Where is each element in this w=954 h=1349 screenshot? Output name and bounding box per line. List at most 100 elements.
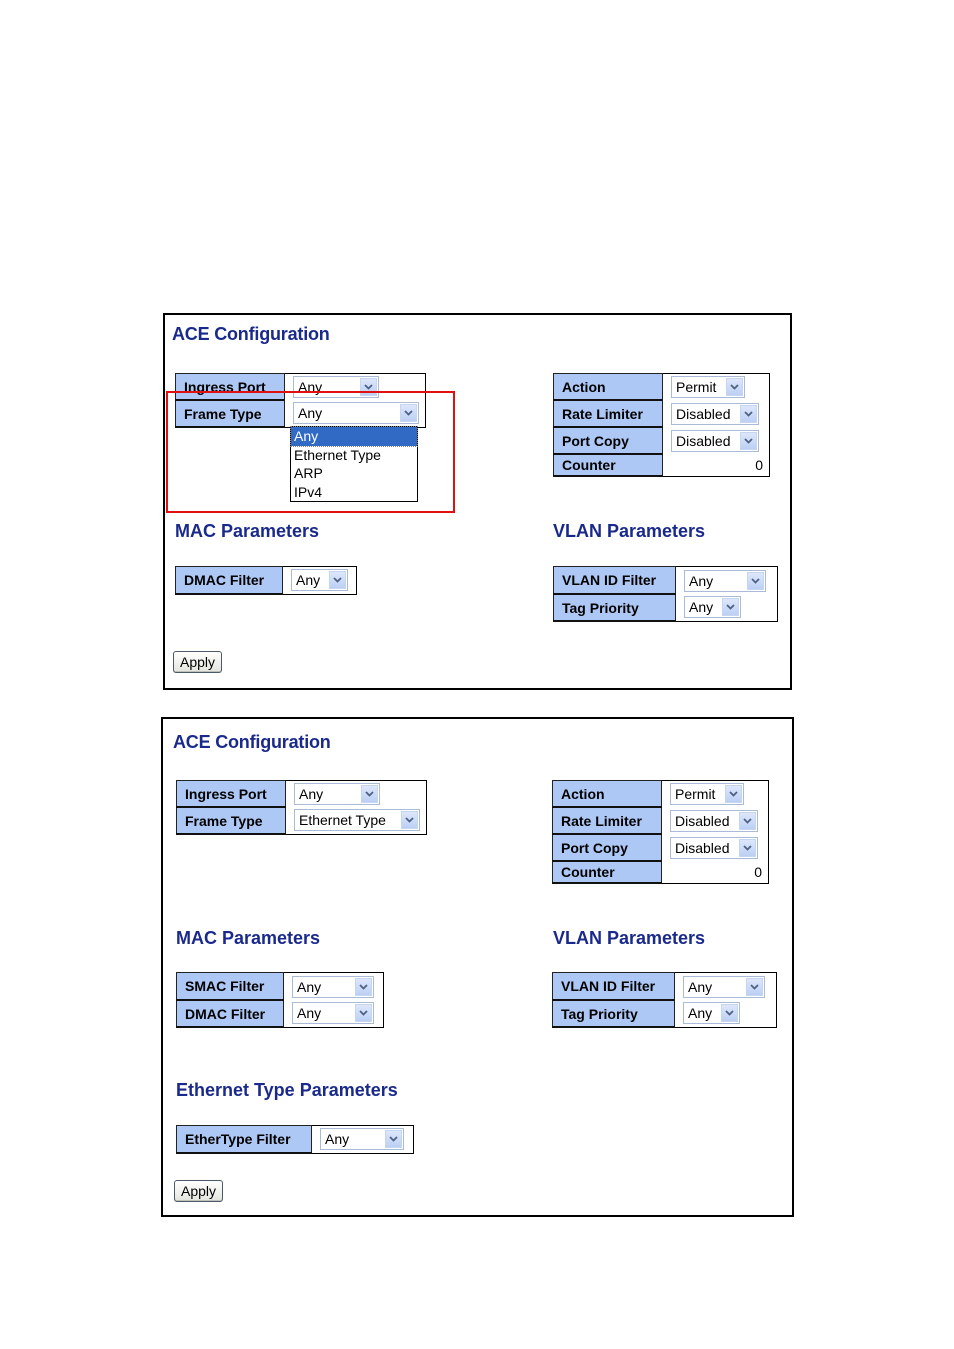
- apply-button[interactable]: Apply: [173, 651, 223, 673]
- frame-type-dropdown-list: Any Ethernet Type ARP IPv4: [290, 426, 418, 502]
- page-title: ACE Configuration: [172, 324, 330, 344]
- tag-priority-value: Any: [689, 599, 714, 616]
- ethertype-filter-row: EtherType Filter Any: [176, 1125, 414, 1154]
- vlan-id-filter-select[interactable]: Any: [684, 569, 766, 592]
- ingress-port-value: Any: [298, 379, 323, 395]
- rate-limiter-row: Rate Limiter Disabled: [552, 806, 769, 835]
- frame-type-select[interactable]: Ethernet Type: [294, 809, 420, 832]
- dropdown-option-any[interactable]: Any: [290, 426, 418, 447]
- dmac-filter-select[interactable]: Any: [292, 1002, 374, 1025]
- ethertype-parameters-table: EtherType Filter Any: [176, 1125, 414, 1154]
- chevron-down-icon[interactable]: [740, 404, 757, 423]
- port-copy-label: Port Copy: [553, 426, 663, 455]
- rate-limiter-select[interactable]: Disabled: [671, 402, 759, 425]
- ingress-port-row: Ingress Port Any: [176, 780, 427, 808]
- frame-type-select[interactable]: Any: [293, 402, 419, 425]
- ingress-port-label: Ingress Port: [175, 373, 285, 401]
- mac-parameters-table: DMAC Filter Any: [175, 566, 357, 595]
- port-copy-value: Disabled: [676, 432, 731, 449]
- ethertype-filter-select[interactable]: Any: [320, 1128, 404, 1151]
- apply-button[interactable]: Apply: [174, 1180, 224, 1202]
- chevron-down-icon[interactable]: [355, 977, 372, 996]
- dropdown-option-arp[interactable]: ARP: [291, 464, 417, 483]
- action-label: Action: [553, 373, 663, 401]
- chevron-down-icon[interactable]: [355, 1004, 372, 1023]
- chevron-down-icon[interactable]: [739, 838, 756, 857]
- tag-priority-row: Tag Priority Any: [553, 593, 778, 622]
- dropdown-option-ethernet-type[interactable]: Ethernet Type: [291, 446, 417, 465]
- dmac-filter-row: DMAC Filter Any: [176, 999, 384, 1028]
- tag-priority-value: Any: [688, 1005, 713, 1022]
- chevron-down-icon[interactable]: [746, 977, 763, 996]
- chevron-down-icon[interactable]: [726, 378, 743, 396]
- ingress-port-select[interactable]: Any: [294, 783, 380, 805]
- rate-limiter-value: Disabled: [676, 405, 731, 422]
- frame-type-row: Frame Type Any: [175, 399, 426, 428]
- chevron-down-icon[interactable]: [329, 571, 346, 590]
- frame-settings-table: Ingress Port Any Frame Type Any: [175, 373, 426, 428]
- action-select[interactable]: Permit: [671, 376, 745, 398]
- frame-settings-table: Ingress Port Any Frame Type Ethernet Typ…: [176, 780, 427, 835]
- mac-parameters-heading: MAC Parameters: [176, 928, 321, 948]
- dmac-filter-label: DMAC Filter: [176, 999, 284, 1028]
- dmac-filter-label: DMAC Filter: [175, 566, 283, 595]
- chevron-down-icon[interactable]: [739, 811, 756, 830]
- action-settings-table: Action Permit Rate Limiter Disabled Port…: [553, 373, 770, 477]
- chevron-down-icon[interactable]: [747, 571, 764, 590]
- chevron-down-icon[interactable]: [361, 785, 378, 803]
- dmac-filter-row: DMAC Filter Any: [175, 566, 357, 595]
- action-select[interactable]: Permit: [670, 783, 744, 805]
- chevron-down-icon[interactable]: [385, 1130, 402, 1149]
- dmac-filter-value: Any: [297, 1005, 322, 1022]
- chevron-down-icon[interactable]: [721, 1004, 738, 1023]
- chevron-down-icon[interactable]: [722, 598, 739, 617]
- smac-filter-value: Any: [297, 978, 322, 995]
- mac-parameters-table: SMAC Filter Any DMAC Filter Any: [176, 972, 384, 1028]
- vlan-parameters-heading: VLAN Parameters: [553, 521, 706, 541]
- rate-limiter-value: Disabled: [675, 812, 730, 829]
- action-value: Permit: [676, 379, 717, 395]
- vlan-parameters-heading: VLAN Parameters: [553, 928, 706, 948]
- chevron-down-icon[interactable]: [740, 431, 757, 450]
- rate-limiter-label: Rate Limiter: [553, 399, 663, 428]
- port-copy-row: Port Copy Disabled: [552, 833, 769, 862]
- frame-type-value: Any: [298, 405, 323, 422]
- rate-limiter-select[interactable]: Disabled: [670, 809, 758, 832]
- port-copy-select[interactable]: Disabled: [670, 836, 758, 859]
- dropdown-option-ipv4[interactable]: IPv4: [291, 483, 417, 502]
- tag-priority-select[interactable]: Any: [683, 1002, 740, 1025]
- dmac-filter-value: Any: [296, 572, 321, 589]
- frame-type-label: Frame Type: [175, 399, 285, 428]
- vlan-id-filter-label: VLAN ID Filter: [552, 972, 675, 1001]
- action-row: Action Permit: [552, 780, 769, 808]
- tag-priority-select[interactable]: Any: [684, 596, 741, 619]
- chevron-down-icon[interactable]: [360, 378, 377, 396]
- counter-value: 0: [755, 456, 763, 473]
- frame-type-value: Ethernet Type: [299, 812, 386, 829]
- vlan-id-filter-value: Any: [688, 978, 713, 995]
- ingress-port-select[interactable]: Any: [293, 376, 379, 398]
- tag-priority-label: Tag Priority: [552, 999, 675, 1028]
- ingress-port-value: Any: [299, 786, 324, 802]
- ethertype-filter-label: EtherType Filter: [176, 1125, 312, 1154]
- counter-label: Counter: [553, 453, 663, 477]
- vlan-id-filter-row: VLAN ID Filter Any: [552, 972, 777, 1001]
- chevron-down-icon[interactable]: [401, 811, 418, 830]
- dmac-filter-select[interactable]: Any: [291, 569, 348, 592]
- smac-filter-select[interactable]: Any: [292, 975, 374, 998]
- ethertype-filter-value: Any: [325, 1131, 350, 1148]
- port-copy-label: Port Copy: [552, 833, 662, 862]
- port-copy-select[interactable]: Disabled: [671, 429, 759, 452]
- chevron-down-icon[interactable]: [400, 404, 417, 423]
- chevron-down-icon[interactable]: [725, 785, 742, 803]
- frame-type-row: Frame Type Ethernet Type: [176, 806, 427, 835]
- vlan-id-filter-select[interactable]: Any: [683, 975, 765, 998]
- counter-row: Counter 0: [553, 453, 770, 477]
- mac-parameters-heading: MAC Parameters: [175, 521, 320, 541]
- ingress-port-row: Ingress Port Any: [175, 373, 426, 401]
- action-settings-table: Action Permit Rate Limiter Disabled Port…: [552, 780, 769, 884]
- ingress-port-label: Ingress Port: [176, 780, 286, 808]
- counter-row: Counter 0: [552, 860, 769, 884]
- vlan-parameters-table: VLAN ID Filter Any Tag Priority Any: [552, 972, 777, 1028]
- counter-label: Counter: [552, 860, 662, 884]
